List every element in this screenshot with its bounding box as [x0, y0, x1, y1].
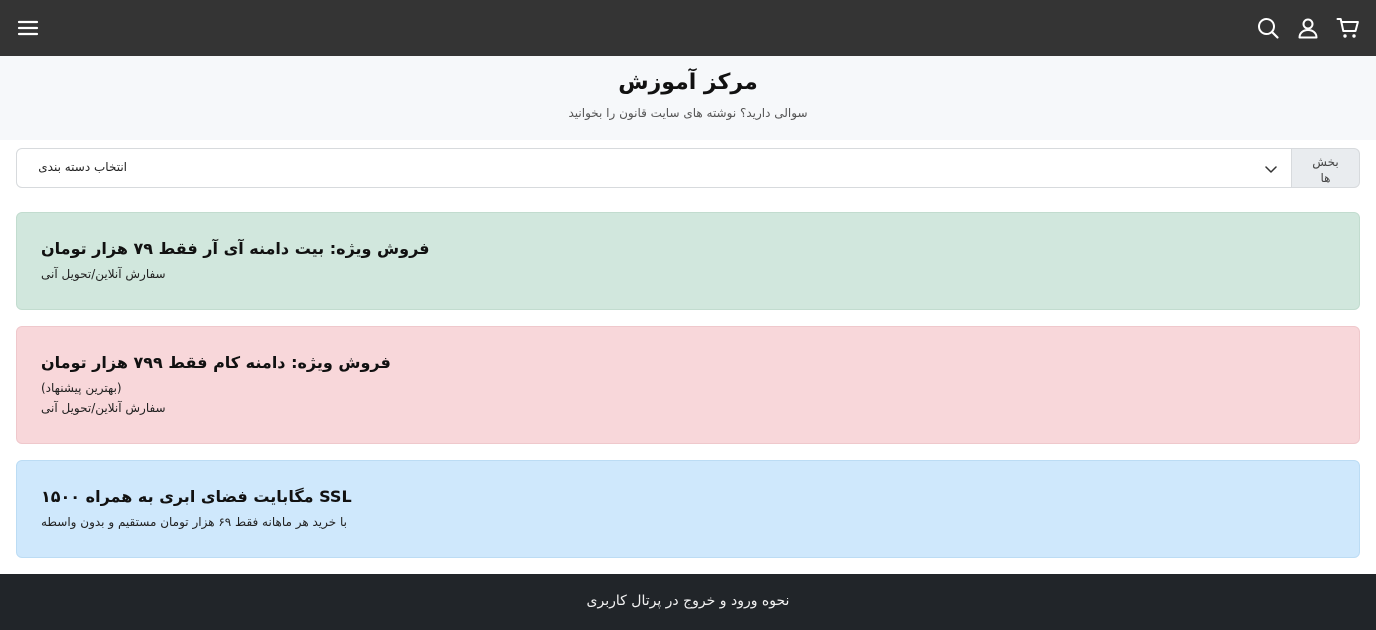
promo-text: با خرید هر ماهانه فقط ۶۹ هزار تومان مستق… — [41, 515, 347, 529]
category-select-value: انتخاب دسته بندی — [38, 160, 127, 174]
promo-title: فروش ویژه: دامنه کام فقط ۷۹۹ هزار تومان — [41, 353, 391, 372]
page-title: مرکز آموزش — [618, 70, 758, 95]
promo-title: فروش ویژه: بیت دامنه آی آر فقط ۷۹ هزار ت… — [41, 239, 430, 258]
page-subtitle: سوالی دارید؟ نوشته های سایت قانون را بخو… — [568, 106, 808, 120]
user-icon[interactable] — [1296, 16, 1320, 40]
sections-button-label-1: بخش — [1312, 154, 1339, 169]
promo-card-ir-domain[interactable]: فروش ویژه: بیت دامنه آی آر فقط ۷۹ هزار ت… — [16, 212, 1360, 310]
category-select[interactable]: انتخاب دسته بندی — [16, 148, 1292, 188]
cart-icon[interactable] — [1336, 16, 1360, 40]
promo-card-cloud-ssl[interactable]: SSL مگابایت فضای ابری به همراه ۱۵۰۰ با خ… — [16, 460, 1360, 558]
promo-card-com-domain[interactable]: فروش ویژه: دامنه کام فقط ۷۹۹ هزار تومان … — [16, 326, 1360, 444]
category-filter: انتخاب دسته بندی بخش ها — [16, 148, 1360, 188]
footer: نحوه ورود و خروج در پرتال کاربری — [0, 574, 1376, 630]
hero-section: مرکز آموزش سوالی دارید؟ نوشته های سایت ق… — [0, 56, 1376, 140]
top-navbar — [0, 0, 1376, 56]
promo-title: SSL مگابایت فضای ابری به همراه ۱۵۰۰ — [41, 487, 352, 506]
promo-text: (بهترین پیشنهاد) — [41, 381, 122, 395]
sections-button[interactable]: بخش ها — [1292, 148, 1360, 188]
menu-icon[interactable] — [16, 16, 40, 40]
chevron-down-icon — [1263, 161, 1279, 177]
search-icon[interactable] — [1256, 16, 1280, 40]
promo-text: سفارش آنلاین/تحویل آنی — [41, 401, 166, 415]
promo-text: سفارش آنلاین/تحویل آنی — [41, 267, 166, 281]
sections-button-label-2: ها — [1320, 170, 1331, 185]
footer-link-login-guide[interactable]: نحوه ورود و خروج در پرتال کاربری — [0, 593, 1376, 609]
